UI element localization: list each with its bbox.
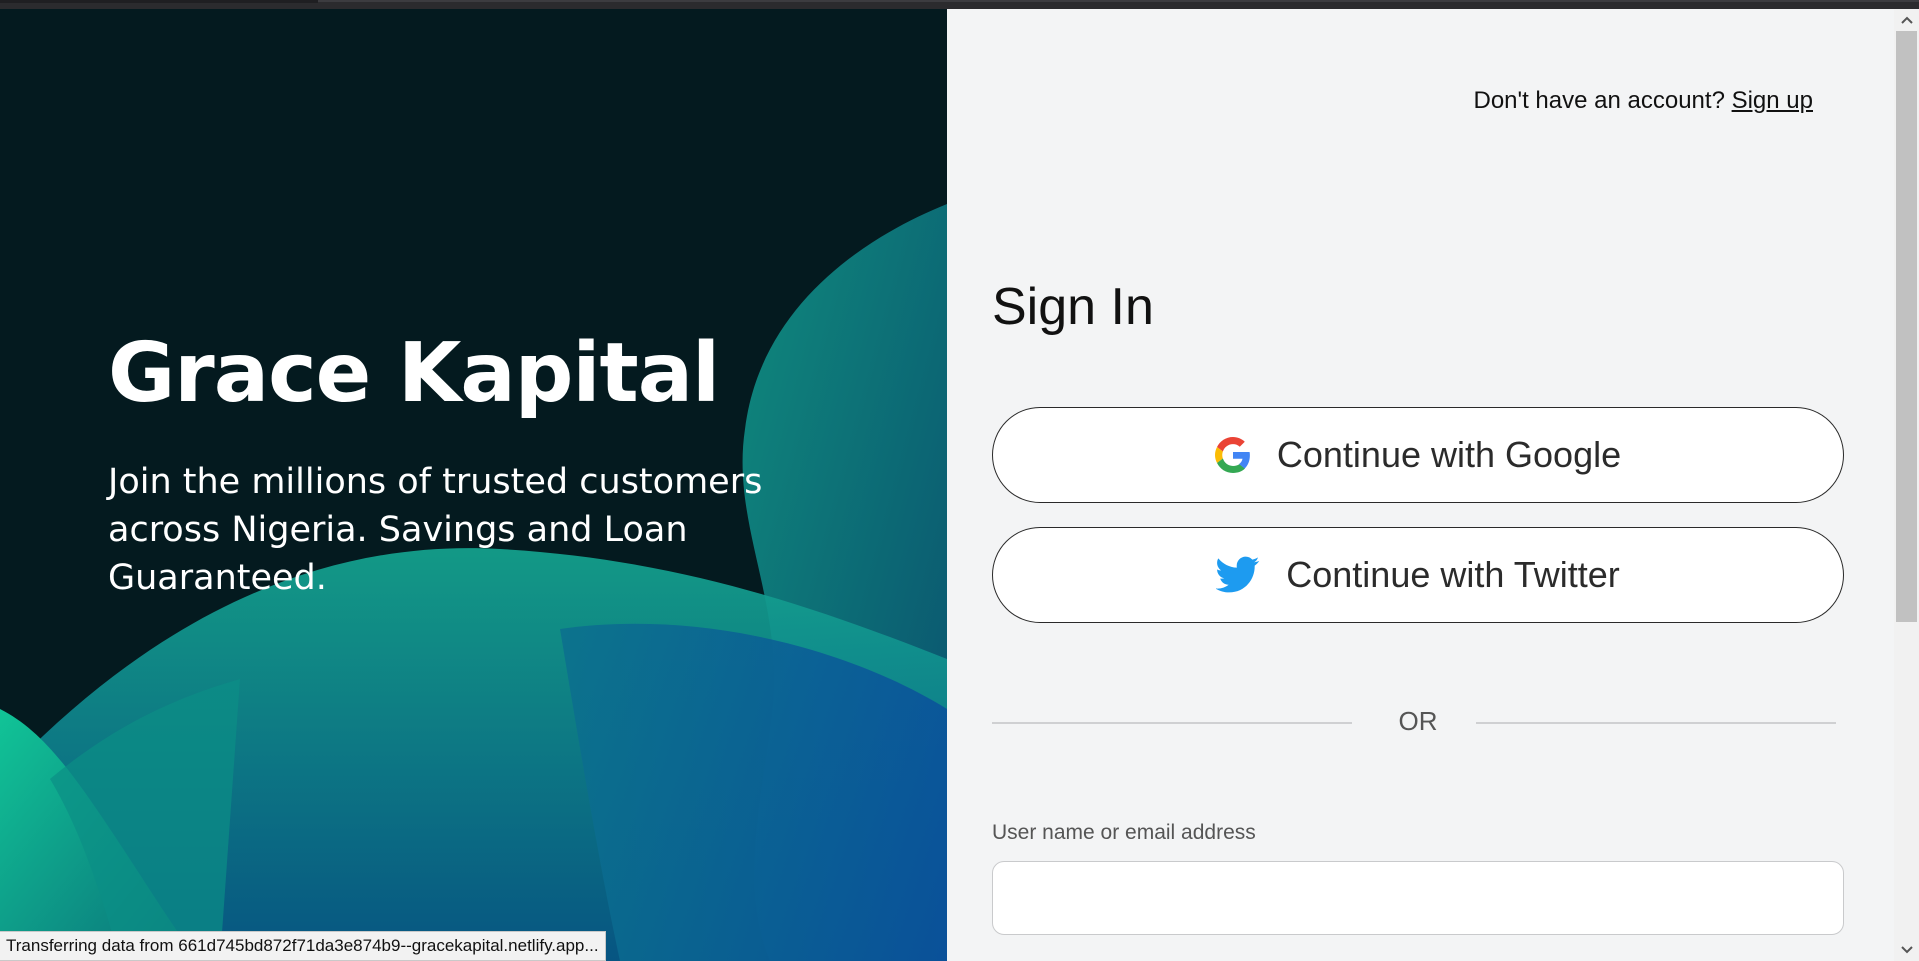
username-label: User name or email address [992,821,1256,844]
or-divider: OR [992,702,1844,742]
browser-top-strip [0,0,1919,9]
signup-prompt: Don't have an account? Sign up [1473,87,1813,115]
signup-prompt-text: Don't have an account? [1473,87,1725,114]
username-input[interactable] [992,861,1844,935]
signup-link[interactable]: Sign up [1732,87,1813,114]
divider-line-right [1476,722,1836,724]
twitter-bird-icon [1216,556,1260,594]
twitter-button-label: Continue with Twitter [1286,554,1620,595]
chevron-up-icon[interactable] [1894,9,1919,31]
continue-with-twitter-button[interactable]: Continue with Twitter [992,527,1844,623]
google-logo-icon [1214,437,1251,473]
google-button-label: Continue with Google [1276,434,1622,475]
brand-title: Grace Kapital [108,326,720,421]
signin-panel: Don't have an account? Sign up Sign In C… [947,9,1894,961]
scrollbar-thumb[interactable] [1896,31,1917,622]
brand-tagline: Join the millions of trusted customers a… [108,462,763,598]
browser-status-bar: Transferring data from 661d745bd872f71da… [0,931,606,961]
tab-strip-line [318,0,1919,2]
chevron-down-icon[interactable] [1894,939,1919,961]
continue-with-google-button[interactable]: Continue with Google [992,407,1844,503]
signin-heading: Sign In [992,278,1154,336]
page-scrollbar[interactable] [1894,9,1919,961]
active-tab-indicator [0,0,318,3]
hero-panel: Grace Kapital Join the millions of trust… [0,9,947,961]
